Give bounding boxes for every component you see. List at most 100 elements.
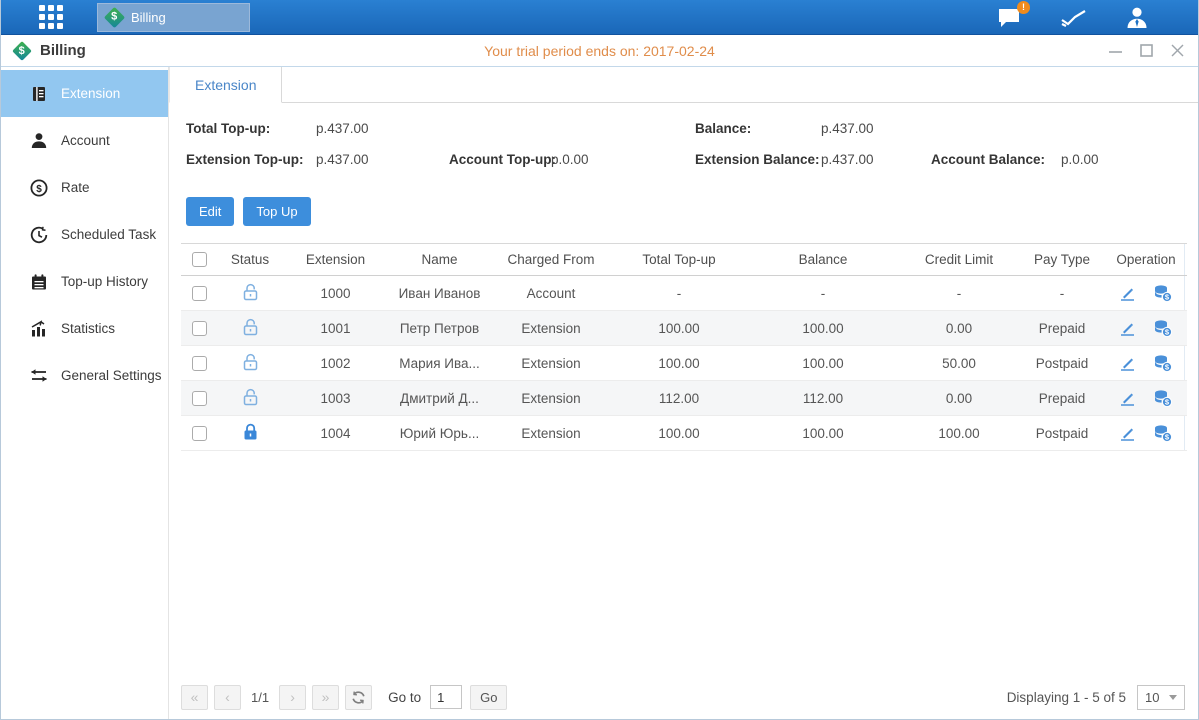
next-page-button[interactable]: › [279,685,306,710]
prev-page-button[interactable]: ‹ [214,685,241,710]
messages-icon[interactable]: ! [997,6,1023,30]
table-header-row: Status Extension Name Charged From Total… [181,244,1187,276]
sidebar-item-general-settings[interactable]: General Settings [1,352,168,399]
billing-window-icon: $ [12,41,32,61]
system-topbar: $ Billing ! [1,0,1198,35]
page-size-value: 10 [1145,690,1159,705]
svg-text:$: $ [36,184,42,195]
sidebar-item-label: Extension [61,86,120,101]
window-title: Billing [40,42,86,59]
close-icon[interactable] [1170,44,1184,58]
maximize-icon[interactable] [1139,44,1153,58]
cell-pay-type: Postpaid [1019,346,1105,381]
cell-total-topup: 112.00 [611,381,747,416]
row-checkbox[interactable] [192,321,207,336]
bar-chart-icon [30,320,48,338]
col-name: Name [388,244,491,276]
account-topup-label: Account Top-up: [449,152,556,167]
cell-total-topup: - [611,276,747,311]
taskbar-tab-label: Billing [131,10,166,25]
cell-balance: 100.00 [747,346,899,381]
top-up-row-icon[interactable]: $ [1153,354,1173,372]
top-up-button[interactable]: Top Up [243,197,310,226]
calendar-icon [30,273,48,291]
sidebar-item-topup-history[interactable]: Top-up History [1,258,168,305]
select-all-checkbox[interactable] [192,252,207,267]
first-page-button[interactable]: « [181,685,208,710]
col-operation: Operation [1105,244,1187,276]
last-page-button[interactable]: » [312,685,339,710]
sidebar-item-rate[interactable]: $ Rate [1,164,168,211]
cell-credit-limit: 0.00 [899,381,1019,416]
cell-extension: 1002 [283,346,388,381]
account-topup-value: p.0.00 [551,152,589,167]
resource-monitor-icon[interactable] [1060,7,1087,29]
sliders-icon [30,367,48,385]
extension-balance-value: p.437.00 [821,152,874,167]
unlocked-icon [242,388,259,406]
cell-pay-type: Prepaid [1019,311,1105,346]
edit-row-icon[interactable] [1119,285,1136,302]
top-up-row-icon[interactable]: $ [1153,284,1173,302]
unlocked-icon [242,283,259,301]
edit-button[interactable]: Edit [186,197,234,226]
sidebar-item-label: General Settings [61,368,162,383]
table-row: 1000 Иван Иванов Account - - - - $ [181,276,1187,311]
person-icon [30,132,48,150]
displaying-text: Displaying 1 - 5 of 5 [1007,690,1126,705]
sidebar-item-label: Statistics [61,321,115,336]
cell-extension: 1000 [283,276,388,311]
cell-balance: 112.00 [747,381,899,416]
cell-total-topup: 100.00 [611,346,747,381]
col-total-topup: Total Top-up [611,244,747,276]
table-row: 1002 Мария Ива... Extension 100.00 100.0… [181,346,1187,381]
cell-charged-from: Extension [491,381,611,416]
user-account-icon[interactable] [1124,6,1150,30]
top-up-row-icon[interactable]: $ [1153,424,1173,442]
sidebar-item-label: Rate [61,180,90,195]
row-checkbox[interactable] [192,286,207,301]
cell-total-topup: 100.00 [611,416,747,451]
window-controls [1108,44,1184,58]
cell-extension: 1003 [283,381,388,416]
top-up-row-icon[interactable]: $ [1153,389,1173,407]
page-size-select[interactable]: 10 [1137,685,1185,710]
table-row: 1001 Петр Петров Extension 100.00 100.00… [181,311,1187,346]
cell-balance: 100.00 [747,311,899,346]
row-checkbox[interactable] [192,426,207,441]
cell-charged-from: Account [491,276,611,311]
refresh-icon[interactable] [345,685,372,710]
tab-bar: Extension [169,67,1198,103]
edit-row-icon[interactable] [1119,320,1136,337]
clock-icon [30,226,48,244]
col-balance: Balance [747,244,899,276]
row-checkbox[interactable] [192,356,207,371]
cell-name: Иван Иванов [388,276,491,311]
tab-extension[interactable]: Extension [169,67,282,103]
sidebar-item-statistics[interactable]: Statistics [1,305,168,352]
col-charged-from: Charged From [491,244,611,276]
col-pay-type: Pay Type [1019,244,1105,276]
cell-name: Дмитрий Д... [388,381,491,416]
sidebar-item-extension[interactable]: Extension [1,70,168,117]
app-window: $ Billing ! $ Billing Your trial period … [0,0,1199,720]
edit-row-icon[interactable] [1119,355,1136,372]
sidebar-item-scheduled-task[interactable]: Scheduled Task [1,211,168,258]
account-balance-label: Account Balance: [931,152,1045,167]
main-content: Extension Total Top-up: p.437.00 Balance… [169,67,1198,719]
goto-page-input[interactable] [430,685,462,709]
minimize-icon[interactable] [1108,44,1122,58]
col-credit-limit: Credit Limit [899,244,1019,276]
chevron-down-icon [1169,695,1177,700]
edit-row-icon[interactable] [1119,390,1136,407]
app-grid-icon[interactable] [39,5,63,29]
cell-pay-type: Postpaid [1019,416,1105,451]
cell-credit-limit: - [899,276,1019,311]
sidebar-item-account[interactable]: Account [1,117,168,164]
go-button[interactable]: Go [470,685,507,710]
taskbar-tab-billing[interactable]: $ Billing [97,3,250,32]
edit-row-icon[interactable] [1119,425,1136,442]
top-up-row-icon[interactable]: $ [1153,319,1173,337]
row-checkbox[interactable] [192,391,207,406]
col-extension: Extension [283,244,388,276]
